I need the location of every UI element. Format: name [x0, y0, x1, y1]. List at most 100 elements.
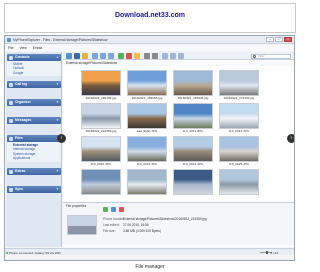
details-view-icon[interactable]	[178, 53, 184, 59]
menu-extras[interactable]: Extras	[33, 45, 43, 51]
thumbnail-image	[81, 70, 121, 96]
maximize-button[interactable]: □	[275, 37, 283, 42]
file-thumbnail[interactable]: 20160622_165653.jpg	[127, 70, 167, 101]
back-icon[interactable]	[92, 53, 98, 59]
file-thumbnail[interactable]: 20160622_165936.jpg	[173, 70, 213, 101]
thumbnail-image	[219, 136, 259, 162]
thumbnail-image	[219, 103, 259, 129]
thumbnail-image	[81, 103, 121, 129]
address-bar[interactable]: External storage\Pictures\Slideshow	[63, 61, 294, 66]
file-name: aaa (light).JPG	[136, 129, 158, 133]
chevron-down-icon: ▼	[56, 187, 59, 191]
file-thumbnail[interactable]: 20160622_172152.jpg	[219, 70, 259, 101]
file-name: 20160622_165653.jpg	[131, 96, 163, 100]
close-button[interactable]: ×	[284, 37, 292, 42]
status-bar: Phone connected: Galaxy S5 via WiFi 4 / …	[5, 248, 294, 255]
file-properties-panel: File properties Phone location:External …	[63, 202, 294, 245]
file-thumbnail[interactable]: DJI_0015.JPG	[81, 136, 121, 167]
chevron-down-icon: ▼	[56, 100, 59, 104]
selected-file-preview	[67, 215, 97, 235]
menu-view[interactable]: View	[19, 45, 26, 51]
rename-icon[interactable]	[134, 53, 140, 59]
file-name: 20160622_172152.jpg	[223, 96, 255, 100]
sidebar-header-organizer[interactable]: Organizer ▼	[7, 99, 61, 106]
file-grid: 20160622_165339.jpg 20160622_165653.jpg 20…	[63, 67, 294, 201]
menu-file[interactable]: File	[8, 45, 13, 51]
thumbnail-image	[81, 169, 121, 195]
download-banner: Download.net33.com	[4, 3, 296, 33]
sidebar-header-extras[interactable]: Extras ▼	[7, 168, 61, 175]
file-thumbnail[interactable]	[219, 169, 259, 195]
file-name: 20160622_165339.jpg	[85, 96, 117, 100]
file-thumbnail[interactable]: 20160622_224359.jpg	[81, 103, 121, 134]
sidebar-item-google[interactable]: Google	[13, 71, 59, 75]
file-thumbnail[interactable]: DJI_0014.JPG	[219, 103, 259, 134]
connection-status-icon	[6, 251, 8, 254]
delete-icon[interactable]	[119, 207, 124, 212]
file-name: DJI_0014.JPG	[228, 129, 250, 133]
thumbnail-image	[127, 70, 167, 96]
connection-status: Phone connected: Galaxy S5 via WiFi	[9, 250, 61, 255]
file-thumbnail[interactable]: DJI_0016.JPG	[127, 136, 167, 167]
file-count: 4 / 23	[270, 250, 278, 255]
sidebar-header-messages[interactable]: Messages ▼	[7, 117, 61, 124]
copy-icon[interactable]	[152, 53, 158, 59]
file-thumbnail[interactable]	[127, 169, 167, 195]
minimize-button[interactable]: –	[266, 37, 274, 42]
properties-title: File properties	[66, 204, 87, 208]
contacts-icon	[9, 55, 13, 60]
file-thumbnail[interactable]: DJI_0025.JPG	[219, 136, 259, 167]
list-view-icon[interactable]	[170, 53, 176, 59]
file-thumbnail[interactable]	[173, 169, 213, 195]
file-name: 20160622_224359.jpg	[85, 129, 117, 133]
thumbnail-image	[173, 136, 213, 162]
figure-caption: File manager	[135, 264, 165, 270]
new-folder-icon[interactable]	[82, 53, 88, 59]
thumbnail-image	[219, 70, 259, 96]
thumbnail-image	[173, 103, 213, 129]
upload-icon[interactable]	[66, 53, 72, 59]
sidebar-header-files[interactable]: Files ▲	[7, 135, 61, 142]
thumbnail-image	[127, 136, 167, 162]
up-icon[interactable]	[108, 53, 114, 59]
property-file-size: File size: 3.88 MB (4 069 619 Bytes)	[103, 229, 161, 233]
search-input[interactable]: Filter	[251, 53, 291, 59]
sidebar-section-organizer: Organizer ▼	[7, 99, 61, 106]
file-thumbnail[interactable]: DJI_0011.JPG	[173, 103, 213, 134]
file-name: DJI_0015.JPG	[90, 162, 112, 166]
phone-icon	[9, 82, 13, 87]
forward-icon[interactable]	[100, 53, 106, 59]
calendar-icon	[9, 100, 13, 105]
file-name: DJI_0025.JPG	[228, 162, 250, 166]
sidebar-header-call-log[interactable]: Call log ▼	[7, 81, 61, 88]
sidebar-section-files: Files ▲ External storage Internal storag…	[7, 135, 61, 162]
sidebar: Contacts ▲ Mobile Outlook Google Call lo…	[6, 52, 62, 247]
delete-icon[interactable]	[126, 53, 132, 59]
chevron-down-icon: ▼	[56, 82, 59, 86]
sidebar-header-sync[interactable]: Sync ▼	[7, 186, 61, 193]
cut-icon[interactable]	[144, 53, 150, 59]
app-window: MyPhoneExplorer - Files - External stora…	[4, 35, 295, 261]
main-content: Filter External storage\Pictures\Slidesh…	[57, 52, 294, 247]
thumbnail-image	[173, 169, 213, 195]
open-icon[interactable]	[103, 207, 108, 212]
refresh-icon[interactable]	[118, 53, 124, 59]
sidebar-item-applications[interactable]: Applications	[13, 156, 59, 160]
file-thumbnail[interactable]: aaa (light).JPG	[127, 103, 167, 134]
file-thumbnail[interactable]: DJI_0021.JPG	[173, 136, 213, 167]
sidebar-header-contacts[interactable]: Contacts ▲	[7, 54, 61, 61]
window-title: MyPhoneExplorer - Files - External stora…	[13, 38, 108, 42]
next-arrow-icon[interactable]: ›	[287, 134, 294, 143]
file-thumbnail[interactable]	[81, 169, 121, 195]
phone-icon[interactable]	[74, 53, 80, 59]
title-bar: MyPhoneExplorer - Files - External stora…	[5, 36, 294, 44]
sidebar-section-messages: Messages ▼	[7, 117, 61, 124]
search-placeholder: Filter	[258, 53, 265, 58]
banner-text: Download.net33.com	[114, 12, 185, 19]
thumbnail-view-icon[interactable]	[162, 53, 168, 59]
file-thumbnail[interactable]: 20160622_165339.jpg	[81, 70, 121, 101]
sidebar-section-extras: Extras ▼	[7, 168, 61, 175]
previous-arrow-icon[interactable]: ‹	[57, 134, 66, 143]
save-icon[interactable]	[111, 207, 116, 212]
thumbnail-image	[81, 136, 121, 162]
